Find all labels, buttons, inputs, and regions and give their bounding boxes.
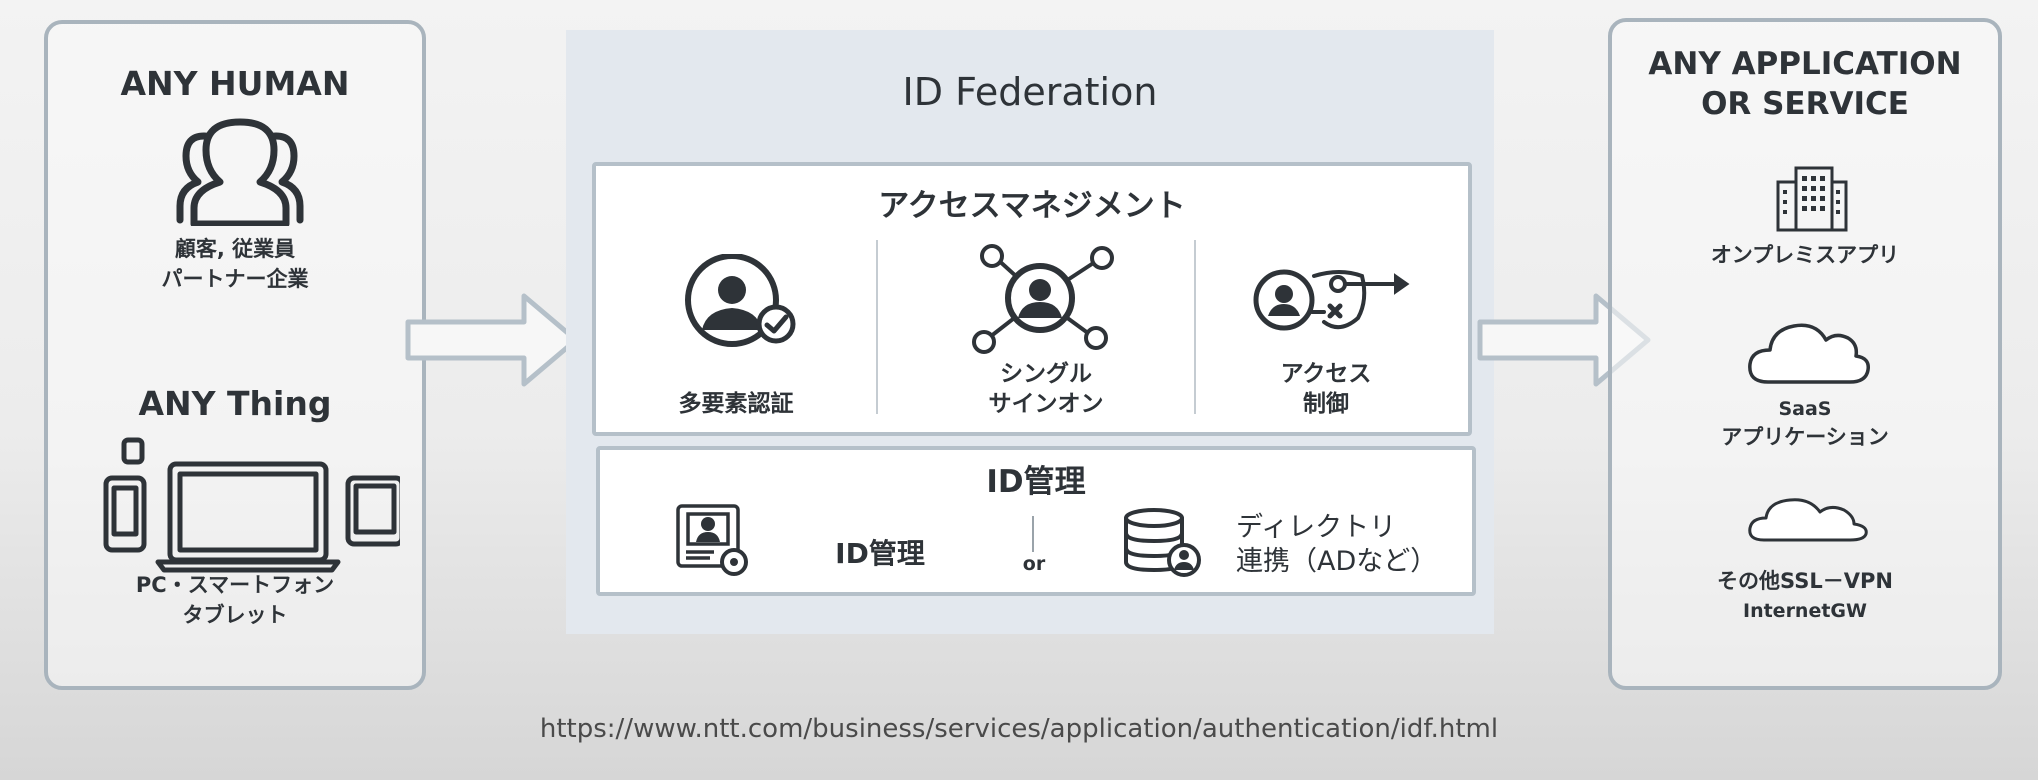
directory-label-line1: ディレクトリ [1236, 512, 1397, 543]
device-types-line2: タブレット [182, 603, 288, 627]
id-card-gear-icon [674, 500, 754, 580]
directory-label-line2: 連携（ADなど） [1236, 546, 1438, 577]
id-management-label: ID管理 [835, 537, 925, 570]
cloud-other-icon [1744, 488, 1874, 548]
cloud-saas-icon [1744, 312, 1874, 392]
or-label: or [1022, 553, 1046, 575]
mfa-label: 多要素認証 [678, 391, 794, 417]
other-vpn-label-line1: その他SSL－VPN [1717, 569, 1893, 593]
sso-label-line1: シングル [1000, 361, 1092, 387]
any-human-title: ANY HUMAN [120, 64, 350, 103]
user-check-icon [676, 254, 806, 354]
id-management-title: ID管理 [986, 464, 1086, 500]
building-icon [1774, 164, 1850, 234]
people-icon [140, 116, 340, 226]
source-url: https://www.ntt.com/business/services/ap… [539, 714, 1499, 744]
id-federation-title: ID Federation [902, 70, 1158, 114]
any-application-title-line1: ANY APPLICATION [1648, 46, 1962, 82]
other-vpn-label-line2: InternetGW [1743, 600, 1867, 622]
saas-label-line2: アプリケーション [1721, 425, 1889, 449]
database-user-icon [1120, 508, 1210, 578]
devices-icon [100, 434, 400, 574]
access-control-label-line2: 制御 [1303, 391, 1349, 417]
column-divider-1 [876, 240, 878, 414]
sso-label-line2: サインオン [988, 391, 1104, 417]
access-management-title: アクセスマネジメント [878, 188, 1186, 224]
access-control-label-line1: アクセス [1280, 361, 1372, 387]
access-control-icon [1250, 260, 1420, 340]
device-types-line1: PC・スマートフォン [135, 573, 335, 597]
human-types-line2: パートナー企業 [161, 267, 309, 291]
any-thing-title: ANY Thing [138, 384, 332, 423]
saas-label-line1: SaaS [1778, 398, 1832, 420]
id-management-box: ID管理 ID管理 or ディレクトリ 連携（ADなど） [596, 446, 1476, 596]
any-application-panel: ANY APPLICATION OR SERVICE オンプレミスアプリ Saa… [1608, 18, 2002, 690]
human-types-line1: 顧客, 従業員 [174, 237, 296, 261]
column-divider-2 [1194, 240, 1196, 414]
flow-arrow-left [404, 292, 584, 388]
any-application-title-line2: OR SERVICE [1701, 86, 1909, 122]
or-divider [1032, 516, 1034, 552]
sso-network-icon [970, 244, 1120, 354]
on-premise-app-label: オンプレミスアプリ [1710, 243, 1900, 267]
any-human-thing-panel: ANY HUMAN 顧客, 従業員 パートナー企業 ANY Thing PC・ス… [44, 20, 426, 690]
access-management-box: アクセスマネジメント 多要素認証 シングル サインオン アクセス 制御 [592, 162, 1472, 436]
